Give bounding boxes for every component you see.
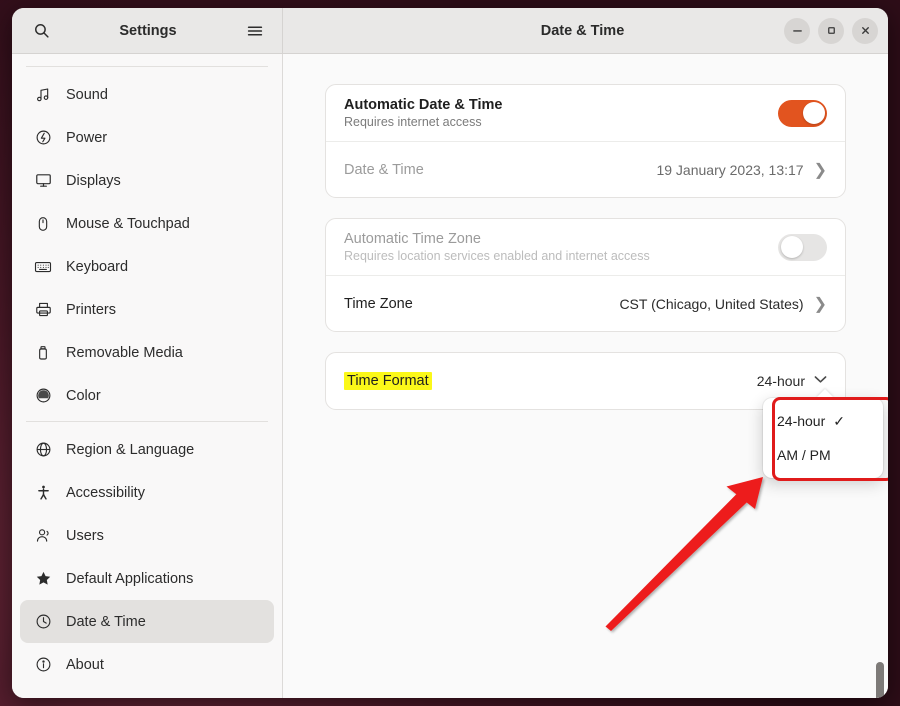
time-format-dropdown-menu[interactable]: 24-hour ✓ AM / PM [763,390,883,478]
sidebar-item-label: Power [66,130,107,146]
row-texts: Date & Time [344,162,656,178]
power-icon [34,129,52,147]
sidebar-item-label: Mouse & Touchpad [66,216,190,232]
sidebar-divider-middle [26,421,268,422]
sidebar-item-label: Sound [66,87,108,103]
sidebar-item-label: Keyboard [66,259,128,275]
hamburger-menu-icon[interactable] [240,16,270,46]
sidebar-item-removable-media[interactable]: Removable Media [20,331,274,374]
star-icon [34,570,52,588]
popup-body: 24-hour ✓ AM / PM [763,398,883,478]
row-texts: Automatic Time Zone Requires location se… [344,231,778,263]
sidebar-item-region-language[interactable]: Region & Language [20,428,274,471]
automatic-time-zone-toggle[interactable] [778,234,827,261]
row-subtitle: Requires location services enabled and i… [344,249,778,263]
dropdown-option-24-hour[interactable]: 24-hour ✓ [763,404,883,438]
sidebar-item-color[interactable]: Color [20,374,274,417]
keyboard-icon [34,258,52,276]
sidebar-item-label: Removable Media [66,345,183,361]
time-format-label: Time Format [344,373,757,389]
content-scrollbar-thumb[interactable] [876,662,884,698]
info-icon [34,656,52,674]
sidebar-item-label: Default Applications [66,571,193,587]
search-icon[interactable] [26,16,56,46]
sidebar-item-printers[interactable]: Printers [20,288,274,331]
chevron-right-icon: ❯ [814,160,827,180]
chevron-down-icon [814,375,827,387]
row-title: Automatic Date & Time [344,97,778,113]
window-header-bar: Settings Date & Time [12,8,888,54]
sidebar-item-label: Color [66,388,101,404]
time-format-selected-value: 24-hour [757,373,805,389]
sidebar-item-label: Date & Time [66,614,146,630]
popup-pointer-triangle [816,389,834,398]
row-automatic-date-time[interactable]: Automatic Date & Time Requires internet … [326,85,845,141]
check-icon: ✓ [833,413,845,430]
maximize-button[interactable] [818,18,844,44]
minimize-button[interactable] [784,18,810,44]
window-controls [784,18,878,44]
sidebar-item-label: Region & Language [66,442,194,458]
app-title: Settings [56,23,240,39]
row-title: Time Zone [344,296,619,312]
sidebar-header: Settings [12,8,283,53]
row-time-zone-value[interactable]: Time Zone CST (Chicago, United States) ❯ [326,275,845,331]
close-button[interactable] [852,18,878,44]
settings-window: Settings Date & Time [12,8,888,698]
music-note-icon [34,86,52,104]
settings-content-panel: Automatic Date & Time Requires internet … [283,54,888,698]
sidebar-item-date-time[interactable]: Date & Time [20,600,274,643]
sidebar-item-accessibility[interactable]: Accessibility [20,471,274,514]
clock-icon [34,613,52,631]
usb-drive-icon [34,344,52,362]
row-title: Date & Time [344,162,656,178]
sidebar-item-about[interactable]: About [20,643,274,686]
row-automatic-time-zone[interactable]: Automatic Time Zone Requires location se… [326,219,845,275]
accessibility-icon [34,484,52,502]
card-time-zone: Automatic Time Zone Requires location se… [325,218,846,332]
page-title: Date & Time [301,23,784,39]
sidebar-divider-top [26,66,268,67]
sidebar-item-sound[interactable]: Sound [20,73,274,116]
users-icon [34,527,52,545]
settings-sidebar[interactable]: Sound Power Displays [12,54,283,698]
toggle-knob [781,236,803,258]
row-subtitle: Requires internet access [344,115,778,129]
content-header: Date & Time [283,8,888,53]
sidebar-item-users[interactable]: Users [20,514,274,557]
sidebar-item-keyboard[interactable]: Keyboard [20,245,274,288]
sidebar-item-label: Printers [66,302,116,318]
row-date-time-value[interactable]: Date & Time 19 January 2023, 13:17 ❯ [326,141,845,197]
sidebar-item-mouse-touchpad[interactable]: Mouse & Touchpad [20,202,274,245]
sidebar-item-label: Users [66,528,104,544]
window-body: Sound Power Displays [12,54,888,698]
globe-icon [34,441,52,459]
option-label: AM / PM [777,447,831,463]
sidebar-item-label: Accessibility [66,485,145,501]
time-format-dropdown-button[interactable]: 24-hour [757,373,827,389]
sidebar-item-displays[interactable]: Displays [20,159,274,202]
row-texts: Automatic Date & Time Requires internet … [344,97,778,129]
mouse-icon [34,215,52,233]
display-icon [34,172,52,190]
row-title: Automatic Time Zone [344,231,778,247]
date-time-value: 19 January 2023, 13:17 [656,162,803,178]
sidebar-item-power[interactable]: Power [20,116,274,159]
option-label: 24-hour [777,413,825,429]
card-automatic-date-time: Automatic Date & Time Requires internet … [325,84,846,198]
automatic-date-time-toggle[interactable] [778,100,827,127]
dropdown-option-am-pm[interactable]: AM / PM [763,438,883,472]
printer-icon [34,301,52,319]
sidebar-item-label: Displays [66,173,121,189]
sidebar-item-default-applications[interactable]: Default Applications [20,557,274,600]
chevron-right-icon: ❯ [814,294,827,314]
color-wheel-icon [34,387,52,405]
time-zone-value: CST (Chicago, United States) [619,296,803,312]
row-texts: Time Zone [344,296,619,312]
toggle-knob [803,102,825,124]
sidebar-item-label: About [66,657,104,673]
row-texts: Time Format [344,373,757,389]
highlight-marker: Time Format [344,372,432,390]
